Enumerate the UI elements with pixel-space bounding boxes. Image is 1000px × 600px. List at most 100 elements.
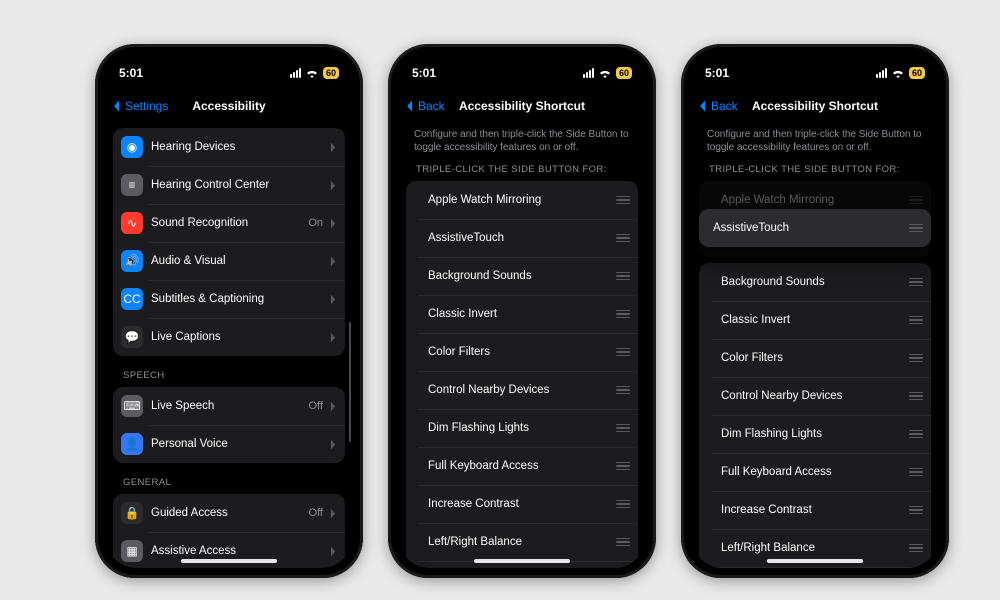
reorder-handle-icon[interactable]: [616, 424, 630, 433]
home-indicator[interactable]: [767, 559, 863, 563]
list-item[interactable]: Control Nearby Devices: [406, 371, 638, 409]
row-label: Hearing Control Center: [151, 179, 323, 191]
ear-icon: ◉: [121, 136, 143, 158]
settings-list: ◉Hearing Devices≡Hearing Control Center∿…: [105, 122, 353, 568]
clock: 5:01: [412, 66, 436, 80]
back-label: Settings: [125, 99, 168, 113]
list-item[interactable]: Control Nearby Devices: [699, 377, 931, 415]
reorder-handle-icon[interactable]: [616, 310, 630, 319]
row-label: Live Captions: [151, 331, 323, 343]
item-label: Color Filters: [707, 352, 903, 364]
reorder-handle-icon[interactable]: [616, 538, 630, 547]
chevron-right-icon: [329, 439, 337, 450]
settings-row[interactable]: ∿Sound RecognitionOn: [113, 204, 345, 242]
settings-row[interactable]: ≡Hearing Control Center: [113, 166, 345, 204]
dragging-row[interactable]: AssistiveTouch: [699, 209, 931, 247]
settings-row[interactable]: ⌨Live SpeechOff: [113, 387, 345, 425]
list-item[interactable]: Apple Watch Mirroring: [406, 181, 638, 219]
settings-row[interactable]: 🔊Audio & Visual: [113, 242, 345, 280]
dynamic-island: [776, 61, 854, 83]
item-label: Apple Watch Mirroring: [707, 194, 903, 206]
row-label: Guided Access: [151, 507, 303, 519]
item-label: Background Sounds: [707, 276, 903, 288]
row-value: Off: [309, 507, 323, 519]
reorder-handle-icon[interactable]: [909, 544, 923, 553]
back-label: Back: [711, 99, 738, 113]
list-item[interactable]: Full Keyboard Access: [699, 453, 931, 491]
reorder-handle-icon[interactable]: [909, 196, 923, 205]
list-item[interactable]: Classic Invert: [699, 301, 931, 339]
chevron-right-icon: [329, 256, 337, 267]
chevron-right-icon: [329, 142, 337, 153]
reorder-handle-icon[interactable]: [909, 506, 923, 515]
section-header-speech: SPEECH: [123, 370, 353, 381]
reorder-handle-icon[interactable]: [616, 462, 630, 471]
speaker-icon: 🔊: [121, 250, 143, 272]
reorder-handle-icon[interactable]: [616, 500, 630, 509]
reorder-handle-icon[interactable]: [616, 234, 630, 243]
reorder-handle-icon[interactable]: [616, 348, 630, 357]
shortcut-list: Configure and then triple-click the Side…: [398, 122, 646, 568]
item-label: Increase Contrast: [414, 498, 610, 510]
reorder-handle-icon[interactable]: [909, 278, 923, 287]
item-label: Control Nearby Devices: [707, 390, 903, 402]
list-item[interactable]: Color Filters: [699, 339, 931, 377]
reorder-handle-icon[interactable]: [909, 224, 923, 233]
settings-row[interactable]: ◉Hearing Devices: [113, 128, 345, 166]
chevron-right-icon: [329, 508, 337, 519]
chevron-right-icon: [329, 401, 337, 412]
item-label: Background Sounds: [414, 270, 610, 282]
cellular-icon: [583, 68, 594, 78]
settings-row[interactable]: 🔒 Guided Access Off: [113, 494, 345, 532]
home-indicator[interactable]: [474, 559, 570, 563]
home-indicator[interactable]: [181, 559, 277, 563]
item-label: Full Keyboard Access: [414, 460, 610, 472]
reorder-handle-icon[interactable]: [909, 430, 923, 439]
list-item[interactable]: Full Keyboard Access: [406, 447, 638, 485]
list-item[interactable]: Dim Flashing Lights: [406, 409, 638, 447]
back-label: Back: [418, 99, 445, 113]
reorder-handle-icon[interactable]: [616, 386, 630, 395]
list-item[interactable]: Background Sounds: [406, 257, 638, 295]
nav-bar: Back Accessibility Shortcut: [691, 90, 939, 122]
back-button[interactable]: Back: [697, 99, 738, 113]
item-label: Apple Watch Mirroring: [414, 194, 610, 206]
list-item[interactable]: Live Captions: [699, 567, 931, 568]
back-button[interactable]: Settings: [111, 99, 168, 113]
reorder-handle-icon[interactable]: [909, 468, 923, 477]
reorder-handle-icon[interactable]: [616, 196, 630, 205]
wifi-icon: [598, 68, 612, 78]
reorder-handle-icon[interactable]: [909, 316, 923, 325]
list-item[interactable]: AssistiveTouch: [406, 219, 638, 257]
settings-row[interactable]: 👤Personal Voice: [113, 425, 345, 463]
list-item[interactable]: Color Filters: [406, 333, 638, 371]
phone-accessibility: 5:01 60 Settings Accessibility ◉Hearing …: [95, 44, 363, 578]
config-hint: Configure and then triple-click the Side…: [414, 128, 630, 154]
item-label: Classic Invert: [414, 308, 610, 320]
settings-row[interactable]: 💬Live Captions: [113, 318, 345, 356]
cellular-icon: [876, 68, 887, 78]
reorder-handle-icon[interactable]: [909, 392, 923, 401]
item-label: AssistiveTouch: [414, 232, 610, 244]
dynamic-island: [190, 61, 268, 83]
wifi-icon: [891, 68, 905, 78]
lock-icon: 🔒: [121, 502, 143, 524]
reorder-handle-icon[interactable]: [909, 354, 923, 363]
item-label: Full Keyboard Access: [707, 466, 903, 478]
list-item[interactable]: Increase Contrast: [699, 491, 931, 529]
wave-icon: ∿: [121, 212, 143, 234]
grid-icon: ▦: [121, 540, 143, 562]
item-label: Increase Contrast: [707, 504, 903, 516]
back-button[interactable]: Back: [404, 99, 445, 113]
section-header-tripleclick: TRIPLE-CLICK THE SIDE BUTTON FOR:: [709, 164, 939, 175]
row-label: Live Speech: [151, 400, 303, 412]
item-label: Color Filters: [414, 346, 610, 358]
list-item[interactable]: Classic Invert: [406, 295, 638, 333]
reorder-handle-icon[interactable]: [616, 272, 630, 281]
settings-row[interactable]: CCSubtitles & Captioning: [113, 280, 345, 318]
list-item[interactable]: Dim Flashing Lights: [699, 415, 931, 453]
row-label: Personal Voice: [151, 438, 323, 450]
list-item[interactable]: Background Sounds: [699, 263, 931, 301]
list-item[interactable]: Left/Right Balance: [406, 523, 638, 561]
list-item[interactable]: Increase Contrast: [406, 485, 638, 523]
